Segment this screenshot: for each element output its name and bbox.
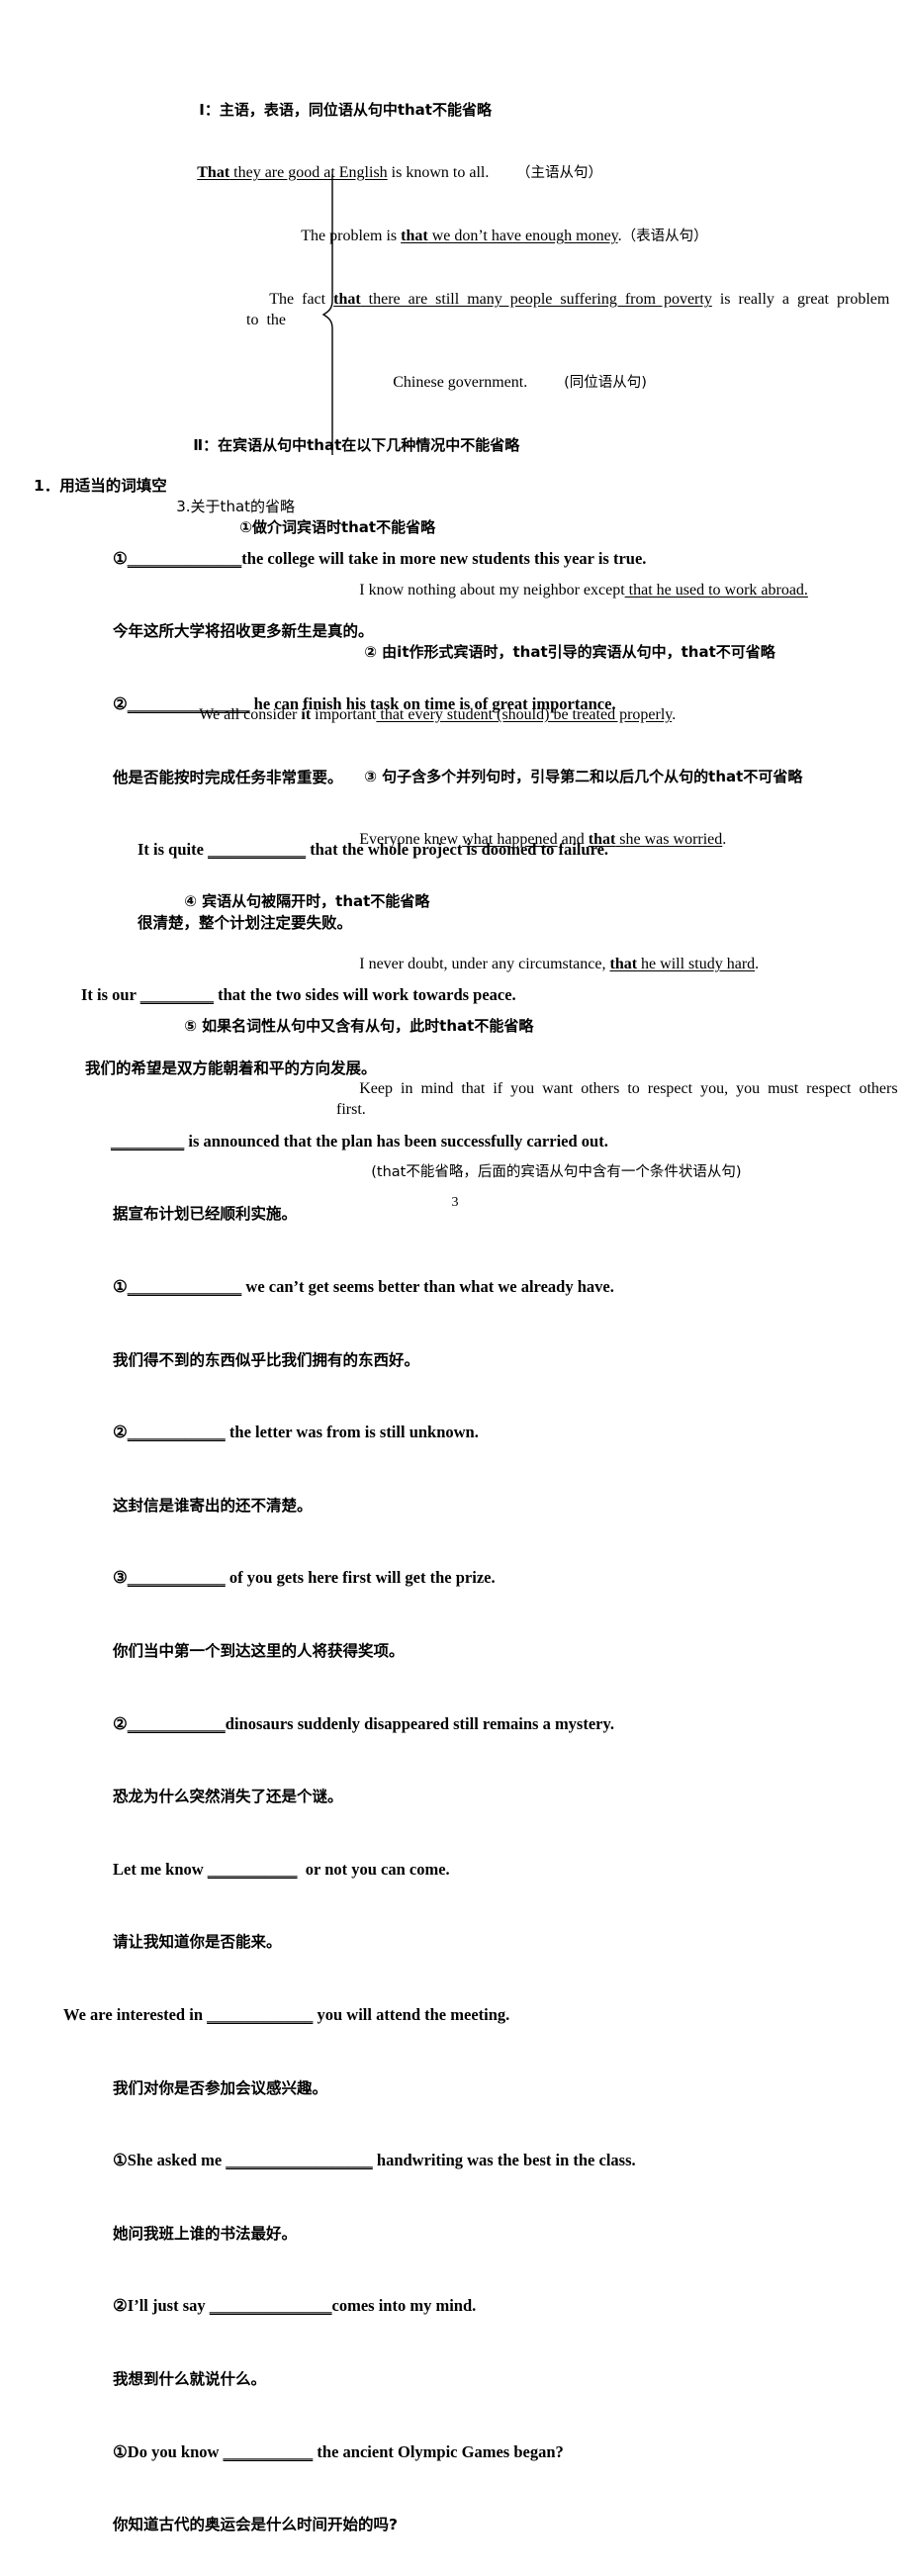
item-number: ① (113, 2151, 128, 2170)
exercise-item-e7: It is our _________ that the two sides w… (81, 985, 516, 1005)
note-underlined-clause: there are still many people suffering fr… (360, 291, 712, 308)
answer-blank[interactable]: _________ (140, 985, 214, 1004)
exercise-translation-e2: 今年这所大学将招收更多新生是真的。 (113, 622, 374, 641)
note-annotation: （主语从句） (489, 165, 602, 181)
answer-blank[interactable]: ______________ (128, 549, 242, 568)
answer-blank[interactable]: _______________ (210, 2296, 332, 2315)
document-page: Ⅰ：主语，表语，同位语从句中that不能省略 That they are goo… (0, 0, 910, 2533)
exercise-translation-e16: 你们当中第一个到达这里的人将获得奖项。 (113, 1641, 405, 1660)
exercise-translation-e4: 他是否能按时完成任务非常重要。 (113, 768, 343, 786)
exercise-translation-e18: 恐龙为什么突然消失了还是个谜。 (113, 1788, 343, 1806)
exercise-heading: 1．用适当的词填空 (34, 477, 167, 496)
exercise-translation-e10: 据宣布计划已经顺利实施。 (113, 1205, 298, 1224)
exercise-item-e3: ②_______________ he can finish his task … (113, 694, 616, 714)
answer-blank[interactable]: ____________ (128, 1423, 226, 1441)
note-line-heading-1: Ⅰ：主语，表语，同位语从句中that不能省略 (176, 79, 910, 141)
exercise-item-e23: ①She asked me __________________ handwri… (113, 2151, 636, 2170)
answer-blank[interactable]: ______________ (128, 1277, 242, 1296)
note-line-example-3: The fact that there are still many peopl… (246, 291, 898, 328)
exercise-translation-e22: 我们对你是否参加会议感兴趣。 (113, 2078, 328, 2097)
exercise-block: 1．用适当的词填空 ①______________the college wil… (0, 450, 910, 2576)
exercise-translation-e24: 她问我班上谁的书法最好。 (113, 2224, 298, 2243)
item-number: ① (113, 548, 128, 568)
exercise-item-e17: ②____________dinosaurs suddenly disappea… (113, 1713, 614, 1733)
exercise-item-e13: ②____________ the letter was from is sti… (113, 1423, 479, 1442)
exercise-item-e9: _________ is announced that the plan has… (111, 1131, 608, 1150)
answer-blank[interactable]: _________ (111, 1132, 184, 1150)
note-annotation: （表语从句） (621, 229, 708, 244)
item-number: ② (113, 694, 128, 714)
answer-blank[interactable]: ____________ (128, 1568, 226, 1587)
exercise-item-e5: It is quite ____________ that the whole … (137, 840, 609, 860)
note-keyword: that (333, 291, 361, 308)
answer-blank[interactable]: _____________ (207, 2005, 313, 2024)
exercise-item-e19: Let me know ___________ or not you can c… (113, 1859, 450, 1879)
exercise-item-e27: ①Do you know ___________ the ancient Oly… (113, 2441, 564, 2461)
note-line-example-3-cont: Chinese government. (同位语从句) (393, 374, 647, 391)
note-annotation: (同位语从句) (527, 375, 647, 391)
answer-blank[interactable]: _______________ (128, 694, 250, 713)
item-number: ② (113, 1713, 128, 1733)
note-keyword: That (197, 164, 230, 181)
item-number: ③ (113, 1568, 128, 1588)
item-number: ① (113, 2441, 128, 2461)
note-line-example-1: That they are good at English is known t… (197, 164, 602, 181)
answer-blank[interactable]: ____________ (208, 840, 306, 859)
note-underlined-clause: they are good at English (229, 164, 388, 181)
item-number: ① (113, 1276, 128, 1296)
note-keyword: that (401, 228, 428, 244)
exercise-translation-e26: 我想到什么就说什么。 (113, 2370, 267, 2389)
exercise-translation-e8: 我们的希望是双方能朝着和平的方向发展。 (85, 1059, 377, 1078)
exercise-item-e15: ③____________ of you gets here first wil… (113, 1568, 496, 1588)
answer-blank[interactable]: ___________ (224, 2442, 314, 2461)
note-line-example-2: The problem is that we don’t have enough… (301, 228, 708, 244)
exercise-item-e21: We are interested in _____________ you w… (63, 2005, 510, 2024)
exercise-translation-e12: 我们得不到的东西似乎比我们拥有的东西好。 (113, 1350, 420, 1369)
note-text: Ⅰ：主语，表语，同位语从句中that不能省略 (199, 101, 492, 119)
answer-blank[interactable]: ___________ (208, 1860, 298, 1879)
exercise-item-e29: ②Did you find out___________she lost her… (89, 2562, 910, 2576)
exercise-item-e1: ①______________the college will take in … (113, 548, 647, 568)
item-number: ② (113, 1423, 128, 1442)
page-number: 3 (451, 1195, 459, 1210)
exercise-translation-e14: 这封信是谁寄出的还不清楚。 (113, 1496, 313, 1515)
exercise-translation-e6: 很清楚，整个计划注定要失败。 (137, 913, 353, 932)
answer-blank[interactable]: ____________ (128, 1714, 226, 1733)
exercise-item-e25: ②I’ll just say _______________comes into… (113, 2296, 477, 2316)
exercise-translation-e28: 你知道古代的奥运会是什么时间开始的吗? (113, 2516, 398, 2534)
answer-blank[interactable]: __________________ (226, 2151, 373, 2169)
exercise-translation-e20: 请让我知道你是否能来。 (113, 1933, 282, 1952)
note-underlined-clause: we don’t have enough money (427, 228, 618, 244)
item-number: ② (113, 2296, 128, 2316)
